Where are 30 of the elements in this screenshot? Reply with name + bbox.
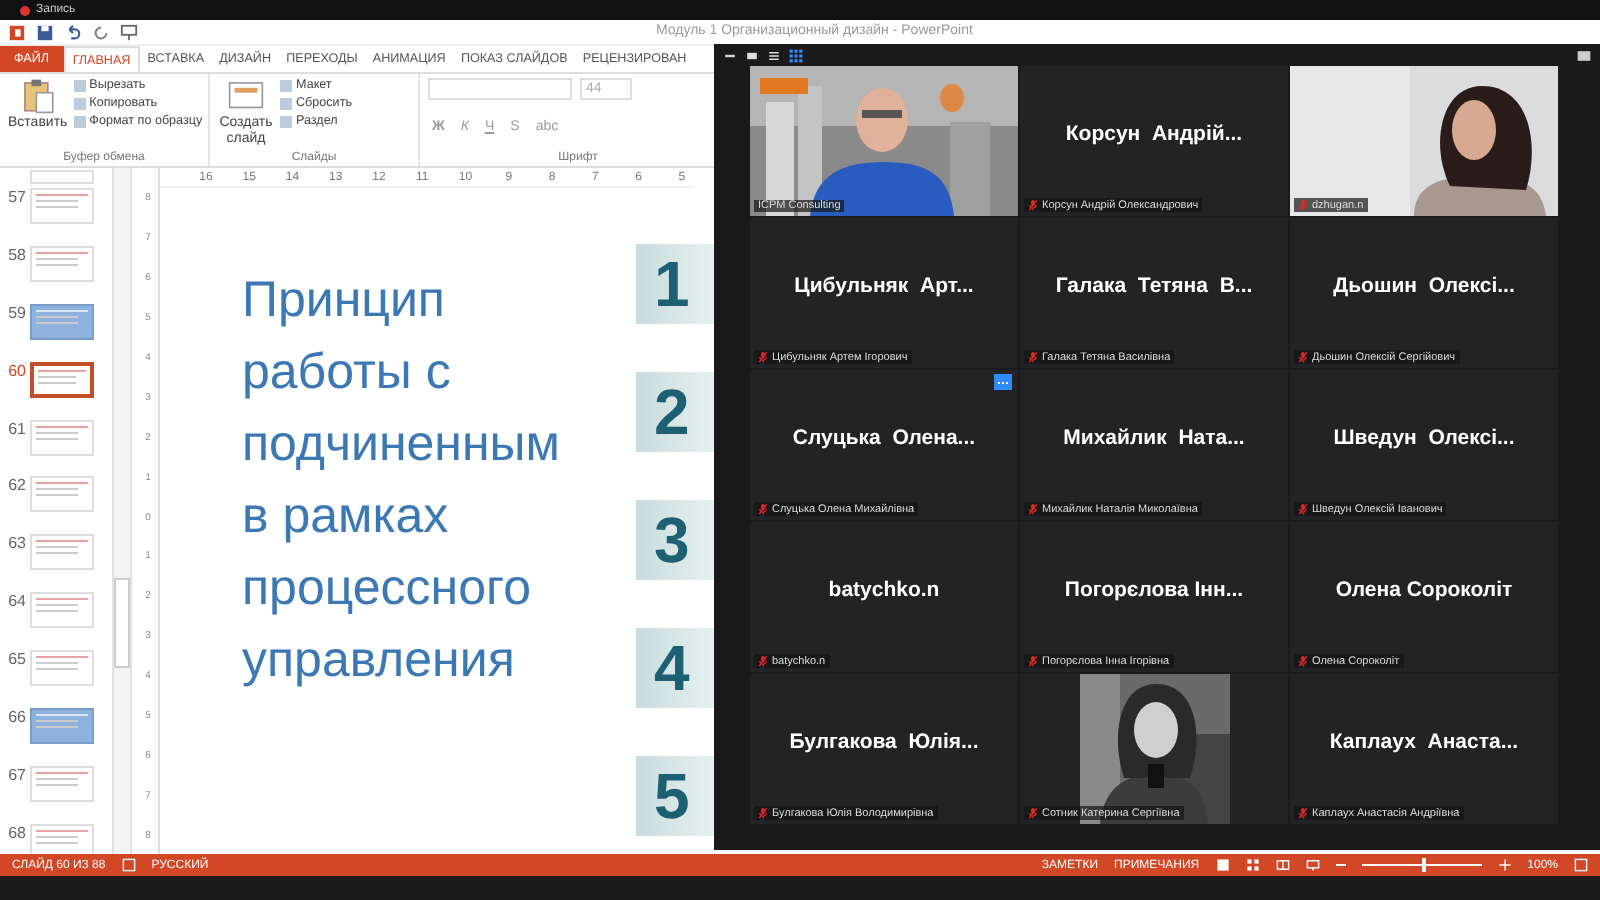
slide-number: 64: [6, 592, 26, 611]
participant-name: Цибульняк Арт...: [794, 273, 974, 297]
step-number: 2: [636, 372, 714, 452]
slide-number: 62: [6, 476, 26, 495]
slide-number: 68: [6, 823, 26, 842]
slide-number: 59: [6, 303, 26, 322]
step-number: 5: [636, 756, 714, 836]
participant-name: Булгакова Юлія...: [789, 729, 979, 753]
step-number: 1: [636, 244, 714, 324]
participant-name: Каплаух Анаста...: [1329, 729, 1519, 753]
slide-number: 57: [6, 188, 26, 206]
participant-name: Михайлик Ната...: [1063, 425, 1245, 449]
step-number: 3: [636, 500, 714, 580]
step-number: 4: [636, 628, 714, 708]
slide-number: 67: [6, 765, 26, 784]
participant-name: Галака Тетяна В...: [1055, 273, 1253, 297]
slide-number: 61: [6, 419, 26, 438]
slide-title: Принцип работы с подчиненным в рамках процессного управления: [242, 270, 560, 692]
slide-number: 63: [6, 534, 26, 553]
participant-name: Олена Сороколіт: [1335, 577, 1513, 601]
participant-name: Корсун Андрій...: [1065, 121, 1243, 145]
slide-number: 60: [6, 361, 26, 380]
slide-number: 65: [6, 650, 26, 669]
participant-name: Дьошин Олексі...: [1333, 273, 1515, 297]
slide-number: 66: [6, 708, 26, 727]
participant-name: Слуцька Олена...: [792, 425, 976, 449]
participant-name: Погорєлова Інн...: [1064, 577, 1244, 601]
participant-name: Шведун Олексі...: [1333, 425, 1515, 449]
slide-number: 58: [6, 245, 26, 264]
participant-name: batychko.n: [828, 577, 940, 601]
